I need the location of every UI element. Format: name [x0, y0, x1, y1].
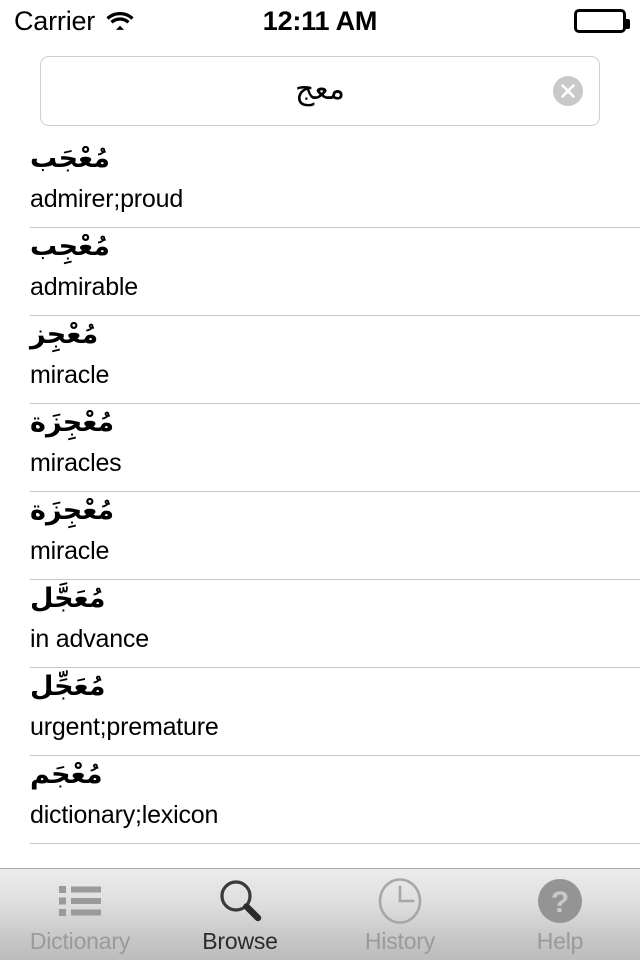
svg-text:?: ? — [551, 886, 569, 919]
app-root: Carrier 12:11 AM معج مُعْجَب admirer;pro… — [0, 0, 640, 960]
status-bar-left: Carrier — [14, 6, 135, 37]
tab-dictionary-label: Dictionary — [29, 928, 131, 954]
entry-meaning-english: in advance — [30, 625, 149, 653]
entry-meaning-english: admirer;proud — [30, 185, 184, 213]
list-item[interactable]: مُعْجِزَة miracle — [0, 492, 640, 580]
status-bar: Carrier 12:11 AM — [0, 0, 640, 42]
search-bar: معج — [40, 56, 600, 126]
entry-meaning-english: dictionary;lexicon — [30, 801, 219, 829]
list-item[interactable]: مُعْجَم dictionary;lexicon — [0, 756, 640, 844]
tab-history[interactable]: History — [320, 869, 480, 960]
carrier-label: Carrier — [14, 5, 96, 36]
list-item[interactable]: مُعْجِزَة miracles — [0, 404, 640, 492]
tab-help-label: Help — [536, 928, 584, 954]
tab-browse-label: Browse — [202, 928, 278, 954]
list-item[interactable]: مُعَجَّل in advance — [0, 580, 640, 668]
clear-search-button[interactable] — [553, 76, 583, 106]
battery-nub — [626, 19, 630, 29]
list-icon — [59, 878, 101, 924]
wifi-icon — [105, 10, 135, 32]
entry-meaning-english: urgent;premature — [30, 713, 219, 741]
status-bar-right — [574, 9, 630, 33]
entry-term-arabic: مُعْجَب — [30, 143, 110, 174]
tab-browse[interactable]: Browse — [160, 869, 320, 960]
question-circle-icon: ? — [537, 878, 583, 924]
search-icon — [217, 878, 263, 924]
entry-meaning-english: miracles — [30, 449, 122, 477]
entry-term-arabic: مُعْجِزَة — [30, 407, 115, 438]
clock-icon — [378, 878, 422, 924]
search-input[interactable]: معج — [40, 56, 600, 126]
tab-bar: Dictionary Browse History ? Help — [0, 868, 640, 960]
entry-term-arabic: مُعْجِز — [30, 319, 99, 350]
tab-dictionary[interactable]: Dictionary — [0, 869, 160, 960]
entry-term-arabic: مُعْجَم — [30, 759, 103, 790]
entry-meaning-english: miracle — [30, 537, 110, 565]
battery-full-icon — [574, 9, 630, 33]
list-item[interactable]: مُعْجَب admirer;proud — [0, 140, 640, 228]
tab-help[interactable]: ? Help — [480, 869, 640, 960]
search-input-value: معج — [295, 72, 345, 107]
list-item[interactable]: مُعَجِّل urgent;premature — [0, 668, 640, 756]
entry-term-arabic: مُعَجِّل — [30, 671, 106, 702]
entry-term-arabic: مُعَجَّل — [30, 583, 106, 614]
tab-history-label: History — [364, 928, 436, 954]
list-item[interactable]: مُعْجِز miracle — [0, 316, 640, 404]
entry-meaning-english: admirable — [30, 273, 138, 301]
entry-meaning-english: miracle — [30, 361, 110, 389]
list-item[interactable]: مُعْجِب admirable — [0, 228, 640, 316]
results-list[interactable]: مُعْجَب admirer;proud مُعْجِب admirable … — [0, 140, 640, 868]
entry-term-arabic: مُعْجِب — [30, 231, 110, 262]
entry-term-arabic: مُعْجِزَة — [30, 495, 115, 526]
